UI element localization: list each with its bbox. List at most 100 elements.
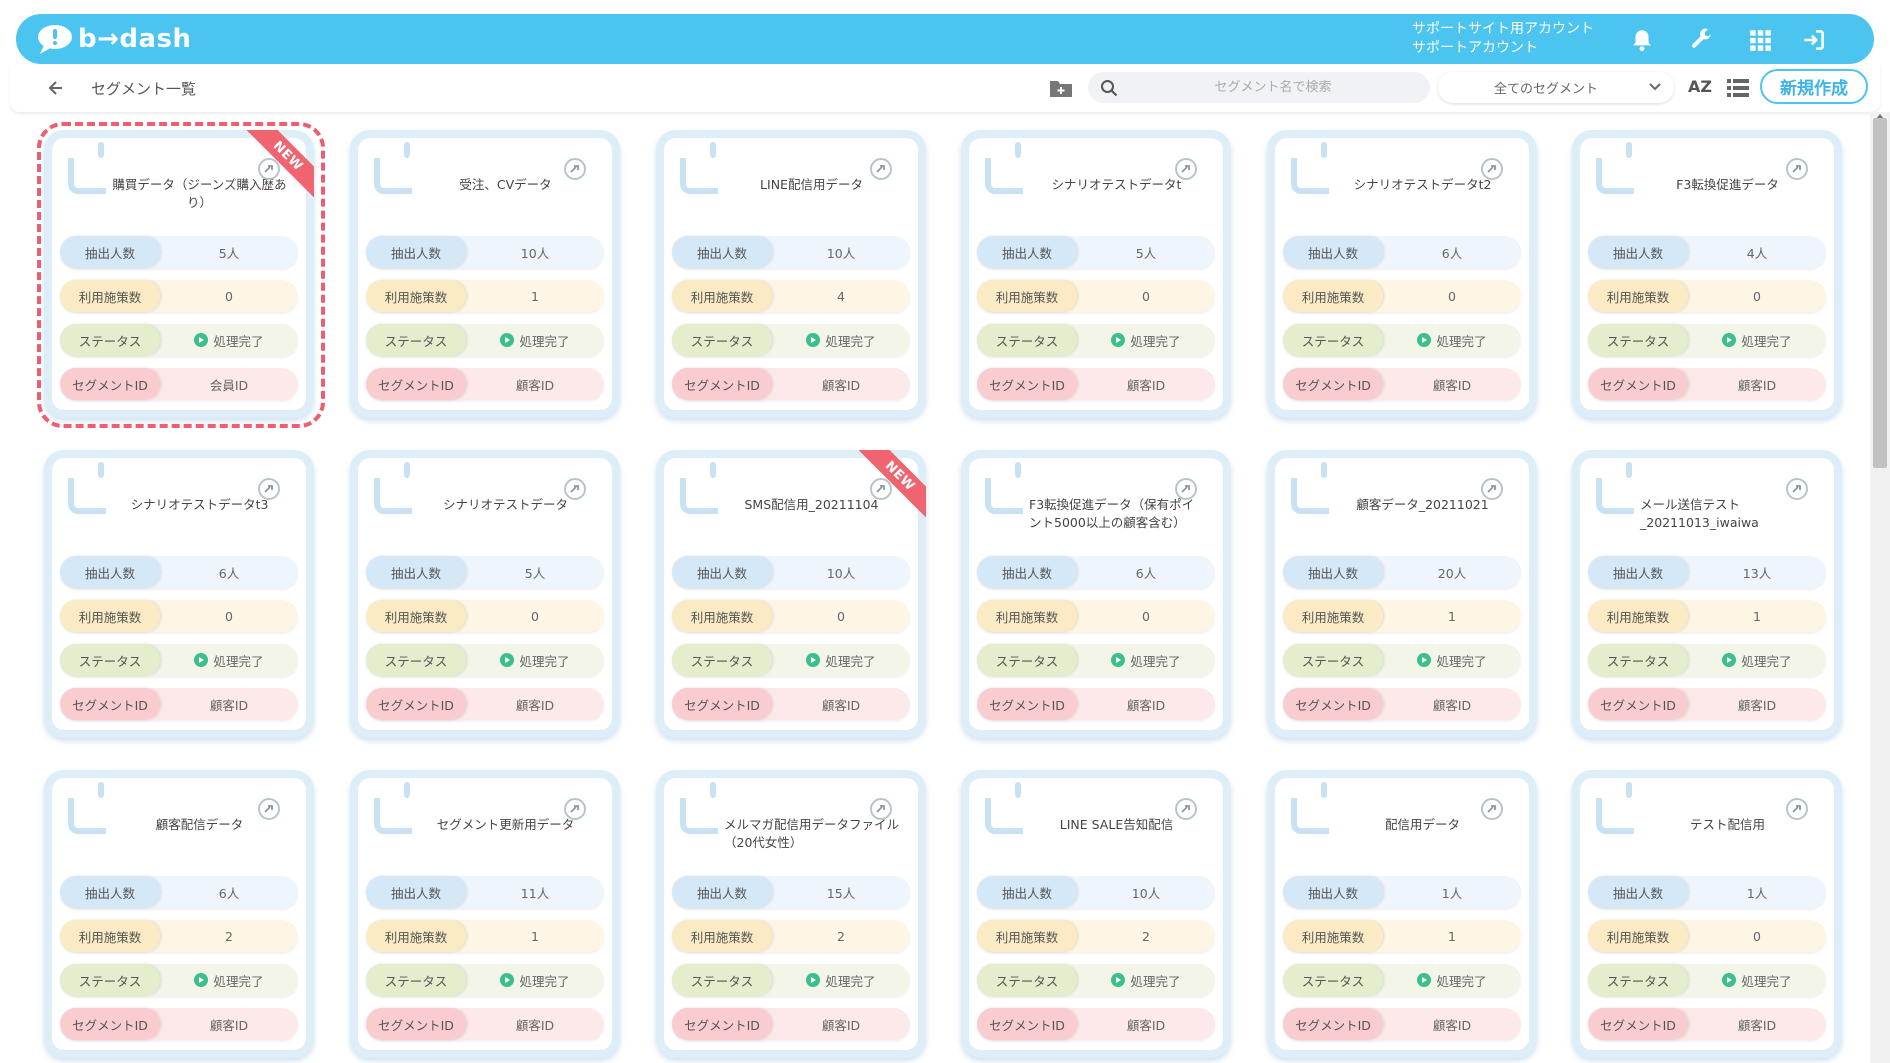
- count-label: 抽出人数: [672, 876, 772, 908]
- count-row: 抽出人数 6人: [60, 556, 298, 588]
- count-row: 抽出人数 6人: [977, 556, 1215, 588]
- measures-value: 1: [1448, 608, 1456, 624]
- status-label: ステータス: [1283, 964, 1383, 996]
- status-text: 処理完了: [1741, 333, 1792, 349]
- card-menu-icon[interactable]: [1175, 158, 1197, 180]
- card-menu-icon[interactable]: [870, 798, 892, 820]
- card-menu-icon[interactable]: [1481, 158, 1503, 180]
- logo[interactable]: b→dash: [36, 22, 192, 56]
- segment-card[interactable]: シナリオテストデータt3 抽出人数 6人 利用施策数 0 ステータス 処理完了: [44, 450, 314, 738]
- status-row: ステータス 処理完了: [1283, 964, 1521, 996]
- segment-card[interactable]: テスト配信用 抽出人数 1人 利用施策数 0 ステータス 処理完了 セグメントI…: [1572, 770, 1842, 1058]
- segment-id-label: セグメントID: [1283, 1008, 1383, 1040]
- status-text: 処理完了: [1436, 973, 1487, 989]
- count-label: 抽出人数: [1588, 556, 1688, 588]
- sort-az-button[interactable]: AZ: [1686, 74, 1714, 102]
- document-fold-icon: [68, 462, 106, 514]
- segment-card[interactable]: シナリオテストデータt 抽出人数 5人 利用施策数 0 ステータス 処理完了 セ…: [961, 130, 1231, 418]
- status-row: ステータス 処理完了: [366, 964, 604, 996]
- wrench-icon[interactable]: [1688, 26, 1716, 54]
- card-menu-icon[interactable]: [870, 158, 892, 180]
- count-value: 6人: [218, 565, 240, 581]
- play-icon: [500, 653, 515, 667]
- card-title: F3転換促進データ: [1676, 177, 1779, 192]
- measures-label: 利用施策数: [60, 600, 160, 632]
- play-icon: [806, 333, 821, 347]
- search-box[interactable]: [1088, 72, 1430, 103]
- segment-card[interactable]: LINE配信用データ 抽出人数 10人 利用施策数 4 ステータス 処理完了 セ…: [656, 130, 926, 418]
- logout-icon[interactable]: [1800, 26, 1828, 54]
- card-menu-icon[interactable]: [1481, 798, 1503, 820]
- document-fold-icon: [374, 782, 412, 834]
- card-menu-icon[interactable]: [1786, 798, 1808, 820]
- card-menu-icon[interactable]: [1175, 798, 1197, 820]
- segment-card[interactable]: SMS配信用_20211104 NEW 抽出人数 10人 利用施策数 0 ステー…: [656, 450, 926, 738]
- segment-card[interactable]: セグメント更新用データ 抽出人数 11人 利用施策数 1 ステータス 処理完了: [350, 770, 620, 1058]
- segment-card[interactable]: メール送信テスト_20211013_iwaiwa 抽出人数 13人 利用施策数 …: [1572, 450, 1842, 738]
- count-row: 抽出人数 5人: [977, 236, 1215, 268]
- list-view-icon[interactable]: [1726, 77, 1750, 99]
- status-label: ステータス: [1588, 644, 1688, 676]
- card-title: メール送信テスト_20211013_iwaiwa: [1640, 497, 1759, 530]
- count-row: 抽出人数 13人: [1588, 556, 1826, 588]
- card-menu-icon[interactable]: [564, 158, 586, 180]
- search-icon: [1101, 80, 1118, 97]
- count-row: 抽出人数 10人: [977, 876, 1215, 908]
- add-folder-icon[interactable]: [1048, 76, 1074, 100]
- card-menu-icon[interactable]: [1786, 158, 1808, 180]
- card-menu-icon[interactable]: [1481, 478, 1503, 500]
- back-arrow-icon[interactable]: [46, 78, 68, 98]
- status-value: 処理完了: [466, 651, 604, 670]
- count-label: 抽出人数: [1283, 236, 1383, 268]
- scrollbar[interactable]: [1870, 112, 1890, 1063]
- segment-card[interactable]: F3転換促進データ 抽出人数 4人 利用施策数 0 ステータス 処理完了 セグメ…: [1572, 130, 1842, 418]
- count-label: 抽出人数: [60, 876, 160, 908]
- play-icon: [1417, 973, 1432, 987]
- play-icon: [1417, 333, 1432, 347]
- measures-value: 1: [531, 288, 539, 304]
- card-title: F3転換促進データ（保有ポイント5000以上の顧客含む）: [1029, 497, 1195, 530]
- segment-card[interactable]: 顧客データ_20211021 抽出人数 20人 利用施策数 1 ステータス 処理…: [1267, 450, 1537, 738]
- segment-card[interactable]: 配信用データ 抽出人数 1人 利用施策数 1 ステータス 処理完了 セグメントI…: [1267, 770, 1537, 1058]
- segment-card[interactable]: シナリオテストデータ 抽出人数 5人 利用施策数 0 ステータス 処理完了 セグ…: [350, 450, 620, 738]
- segment-card[interactable]: 顧客配信データ 抽出人数 6人 利用施策数 2 ステータス 処理完了 セグメント…: [44, 770, 314, 1058]
- segment-id-row: セグメントID 顧客ID: [60, 688, 298, 720]
- card-menu-icon[interactable]: [258, 478, 280, 500]
- card-menu-icon[interactable]: [564, 478, 586, 500]
- measures-row: 利用施策数 0: [1588, 280, 1826, 312]
- account-info[interactable]: サポートサイト用アカウント サポートアカウント: [1412, 20, 1602, 58]
- segment-id-value: 顧客ID: [209, 697, 249, 713]
- count-label: 抽出人数: [1283, 876, 1383, 908]
- card-menu-icon[interactable]: [564, 798, 586, 820]
- card-menu-icon[interactable]: [1786, 478, 1808, 500]
- measures-row: 利用施策数 1: [1588, 600, 1826, 632]
- segment-card[interactable]: F3転換促進データ（保有ポイント5000以上の顧客含む） 抽出人数 6人 利用施…: [961, 450, 1231, 738]
- status-text: 処理完了: [1436, 653, 1487, 669]
- measures-value: 0: [1142, 288, 1150, 304]
- segment-id-value: 顧客ID: [1737, 1017, 1777, 1033]
- segment-id-row: セグメントID 顧客ID: [366, 1008, 604, 1040]
- status-label: ステータス: [1588, 324, 1688, 356]
- segment-filter-select[interactable]: 全てのセグメント: [1438, 72, 1674, 103]
- segment-id-row: セグメントID 顧客ID: [1588, 1008, 1826, 1040]
- page-title: セグメント一覧: [91, 80, 197, 98]
- new-ribbon: NEW: [856, 450, 926, 520]
- measures-row: 利用施策数 0: [1283, 280, 1521, 312]
- card-menu-icon[interactable]: [258, 798, 280, 820]
- status-value: 処理完了: [772, 971, 910, 990]
- segment-card[interactable]: 受注、CVデータ 抽出人数 10人 利用施策数 1 ステータス 処理完了 セグメ…: [350, 130, 620, 418]
- grid-icon[interactable]: [1746, 26, 1774, 54]
- count-label: 抽出人数: [366, 556, 466, 588]
- create-new-button[interactable]: 新規作成: [1760, 69, 1868, 104]
- segment-card[interactable]: シナリオテストデータt2 抽出人数 6人 利用施策数 0 ステータス 処理完了: [1267, 130, 1537, 418]
- segment-card[interactable]: メルマガ配信用データファイル（20代女性） 抽出人数 15人 利用施策数 2 ス…: [656, 770, 926, 1058]
- card-menu-icon[interactable]: [1175, 478, 1197, 500]
- bell-icon[interactable]: [1628, 26, 1656, 54]
- search-input[interactable]: [1128, 76, 1418, 99]
- measures-label: 利用施策数: [366, 280, 466, 312]
- scroll-thumb[interactable]: [1873, 118, 1887, 468]
- measures-row: 利用施策数 2: [977, 920, 1215, 952]
- status-text: 処理完了: [1436, 333, 1487, 349]
- segment-id-label: セグメントID: [1588, 688, 1688, 720]
- segment-card[interactable]: LINE SALE告知配信 抽出人数 10人 利用施策数 2 ステータス 処理完…: [961, 770, 1231, 1058]
